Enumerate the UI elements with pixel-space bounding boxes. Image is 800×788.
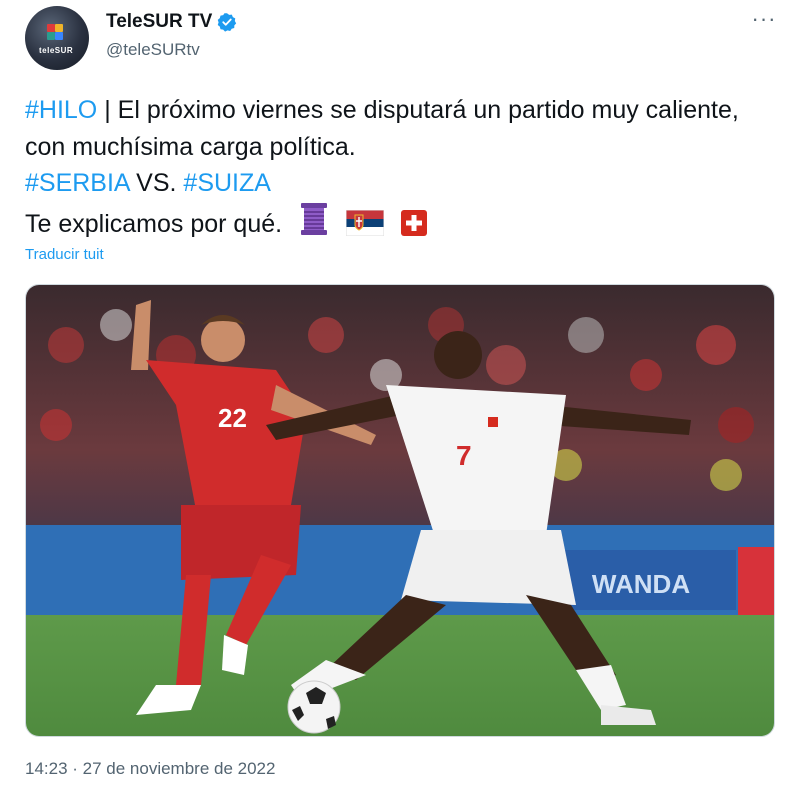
switzerland-flag-icon bbox=[400, 209, 427, 236]
translate-tweet-link[interactable]: Traducir tuit bbox=[25, 246, 104, 263]
verified-badge-icon bbox=[218, 13, 237, 32]
banner-text: WANDA bbox=[592, 569, 690, 599]
profile-avatar[interactable]: teleSUR bbox=[25, 6, 89, 70]
football-match-photo: WANDA 22 7 bbox=[26, 285, 774, 736]
more-options-icon[interactable]: ··· bbox=[750, 8, 778, 34]
user-handle[interactable]: @teleSURtv bbox=[106, 40, 200, 60]
tweet-line-1-text: | El próximo viernes se disputará un par… bbox=[25, 96, 739, 161]
tweet-line-2: #SERBIA VS. #SUIZA bbox=[25, 165, 785, 202]
avatar-brand-text: teleSUR bbox=[39, 46, 74, 55]
display-name[interactable]: TeleSUR TV bbox=[106, 11, 212, 33]
display-name-row[interactable]: TeleSUR TV bbox=[106, 11, 237, 33]
player-left-number: 22 bbox=[218, 403, 247, 433]
player-right-number: 7 bbox=[456, 440, 472, 471]
tweet-timestamp[interactable]: 14:23 · 27 de noviembre de 2022 bbox=[25, 759, 275, 779]
thread-spool-icon bbox=[301, 202, 328, 235]
telesur-logo-icon bbox=[43, 24, 71, 44]
hashtag-suiza[interactable]: #SUIZA bbox=[183, 169, 271, 197]
football-icon bbox=[287, 680, 341, 734]
tweet-line-1: #HILO | El próximo viernes se disputará … bbox=[25, 92, 785, 165]
tweet-line-3: Te explicamos por qué. bbox=[25, 202, 785, 243]
serbia-flag-icon bbox=[346, 209, 384, 236]
hashtag-serbia[interactable]: #SERBIA bbox=[25, 169, 129, 197]
tweet-line-3-text: Te explicamos por qué. bbox=[25, 209, 283, 238]
hashtag-hilo[interactable]: #HILO bbox=[25, 96, 97, 124]
tweet-photo[interactable]: WANDA 22 7 bbox=[25, 284, 775, 737]
vs-text: VS. bbox=[129, 169, 184, 197]
tweet-text: #HILO | El próximo viernes se disputará … bbox=[25, 92, 785, 242]
